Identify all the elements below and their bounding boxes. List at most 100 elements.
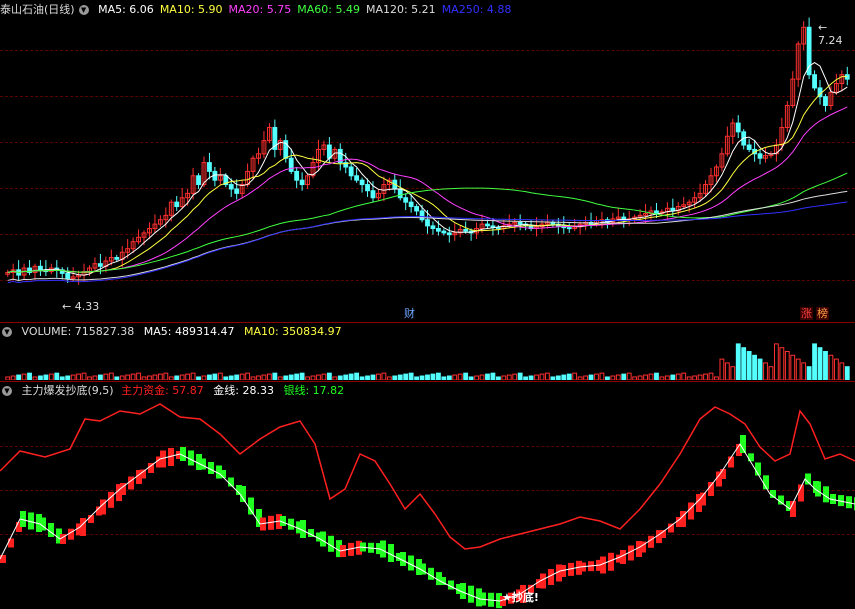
gold-line (0, 443, 855, 602)
volume-bar (550, 376, 556, 380)
volume-bar (773, 343, 779, 380)
volume-bar (343, 374, 349, 380)
candle-body (812, 74, 817, 89)
volume-bar (337, 375, 343, 380)
volume-bar (545, 372, 550, 380)
volume-bar (59, 376, 65, 380)
volume-bar (316, 374, 321, 380)
volume-bar (207, 374, 212, 380)
volume-bar (136, 372, 141, 380)
fund-column (720, 469, 726, 479)
volume-bar (757, 358, 763, 380)
volume-bar (370, 374, 376, 380)
volume-bar (577, 376, 583, 380)
volume-bar (70, 374, 76, 380)
candle-body (65, 272, 71, 280)
volume-bar (5, 376, 11, 380)
volume-bar (823, 351, 828, 380)
ma-line (7, 190, 848, 281)
volume-bar (10, 375, 16, 380)
volume-bar (92, 375, 98, 380)
candle-body (435, 228, 441, 232)
volume-bar (735, 343, 741, 380)
volume-bar (474, 375, 479, 380)
candle-body (806, 26, 812, 76)
candle-body (228, 184, 234, 190)
volume-bar (21, 373, 27, 380)
volume-bar (517, 372, 523, 380)
candle-body (294, 170, 300, 181)
volume-bar (506, 374, 512, 380)
volume-bar (103, 373, 109, 380)
volume-bar (719, 358, 725, 380)
volume-bar (555, 375, 561, 380)
volume-bar (714, 376, 719, 380)
ma-legend-item: MA5: 6.06 (98, 3, 154, 16)
volume-bar (430, 373, 436, 380)
volume-bar (250, 376, 256, 380)
volume-bar (38, 375, 43, 380)
volume-bar (321, 373, 327, 380)
volume-bar (305, 376, 310, 380)
bottom-signal-label: ★抄底! (502, 591, 539, 604)
volume-bar (752, 354, 758, 380)
fund-column (805, 473, 811, 485)
volume-bar (408, 372, 414, 380)
volume-bar (157, 373, 163, 380)
candle-body (654, 210, 659, 215)
volume-bar (790, 354, 796, 380)
volume-bar (768, 366, 774, 380)
ma-legend-item: MA10: 5.90 (159, 3, 223, 16)
candle-body (757, 153, 763, 159)
fund-column (48, 523, 54, 537)
volume-bar (534, 374, 539, 380)
volume-bar (277, 376, 283, 380)
volume-chart[interactable] (0, 340, 855, 380)
fund-column (248, 497, 254, 515)
volume-bar (659, 376, 665, 380)
fund-column (688, 502, 694, 520)
volume-bar (812, 343, 817, 380)
volume-ma5: MA5: 489314.47 (143, 325, 235, 338)
volume-bar (572, 372, 578, 380)
volume-bar (114, 376, 120, 380)
collapse-toggle-icon[interactable]: ▼ (78, 5, 89, 15)
limit-up-marker[interactable]: 涨 (800, 307, 813, 320)
volume-bar (261, 374, 267, 380)
volume-bar (174, 375, 180, 380)
ma-legend: MA5: 6.06 MA10: 5.90 MA20: 5.75 MA60: 5.49 M… (98, 3, 517, 16)
volume-bar (512, 373, 518, 380)
candle-body (566, 227, 572, 230)
fund-column (108, 491, 114, 508)
fund-column (8, 538, 14, 548)
candle-body (430, 225, 436, 230)
volume-toggle-icon[interactable]: ▼ (2, 327, 12, 337)
volume-bar (479, 374, 485, 380)
indicator-toggle-icon[interactable]: ▼ (2, 386, 12, 396)
volume-bar (485, 373, 490, 380)
volume-bar (681, 372, 687, 380)
finance-marker[interactable]: 财 (404, 307, 415, 320)
candle-body (495, 227, 501, 230)
indicator-header: ▼ 主力爆发抄底(9,5) 主力资金: 57.87 金线: 28.33 银线: … (0, 383, 855, 399)
volume-bar (697, 374, 703, 380)
volume-bar (386, 376, 392, 380)
volume-bar (299, 372, 305, 380)
price-chart[interactable] (0, 17, 855, 322)
ma-legend-item: MA60: 5.49 (297, 3, 360, 16)
list-marker[interactable]: 榜 (816, 307, 829, 320)
candle-body (485, 223, 490, 227)
volume-bar (283, 375, 289, 380)
volume-bar (294, 373, 300, 380)
volume-bar (414, 376, 420, 380)
volume-bar (441, 376, 447, 380)
candle-body (446, 232, 452, 236)
stock-name: 泰山石油(日线) (0, 3, 75, 16)
volume-bar (795, 358, 801, 380)
volume-bar (163, 372, 169, 380)
volume-ma10: MA10: 350834.97 (243, 325, 342, 338)
fund-column (140, 469, 146, 479)
volume-bar (141, 376, 147, 380)
indicator-chart[interactable] (0, 399, 855, 609)
volume-bar (272, 372, 278, 380)
